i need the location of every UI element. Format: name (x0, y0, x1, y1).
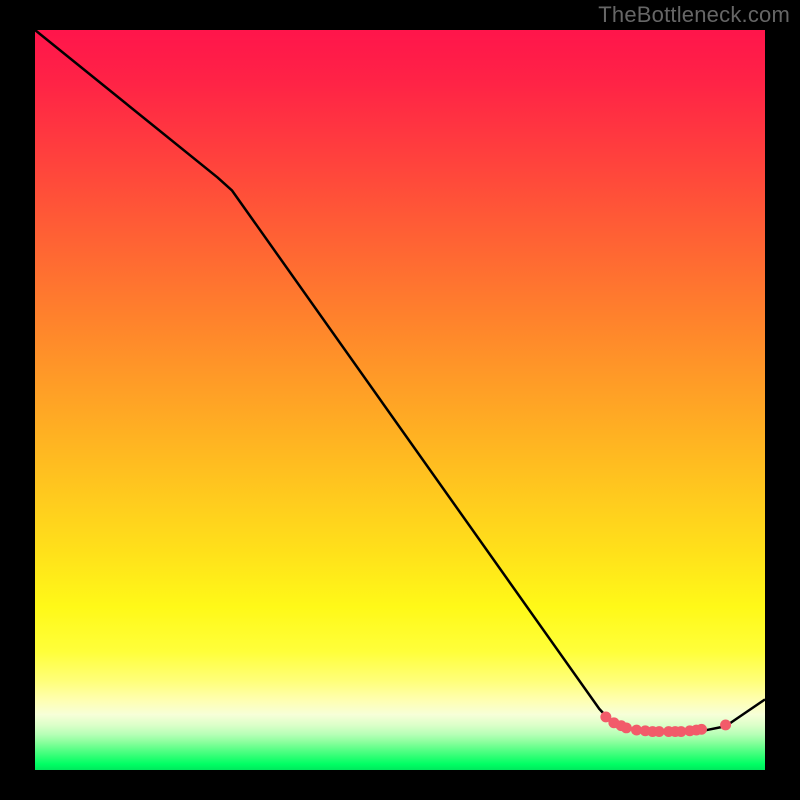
marker-dot (654, 726, 665, 737)
marker-dot (696, 724, 707, 735)
chart-frame: TheBottleneck.com (0, 0, 800, 800)
attribution-label: TheBottleneck.com (598, 2, 790, 28)
plot-area (35, 30, 765, 770)
marker-dot (720, 720, 731, 731)
highlight-markers (600, 712, 731, 737)
chart-svg (35, 30, 765, 760)
curve-line (35, 30, 765, 732)
marker-dot (621, 722, 632, 733)
